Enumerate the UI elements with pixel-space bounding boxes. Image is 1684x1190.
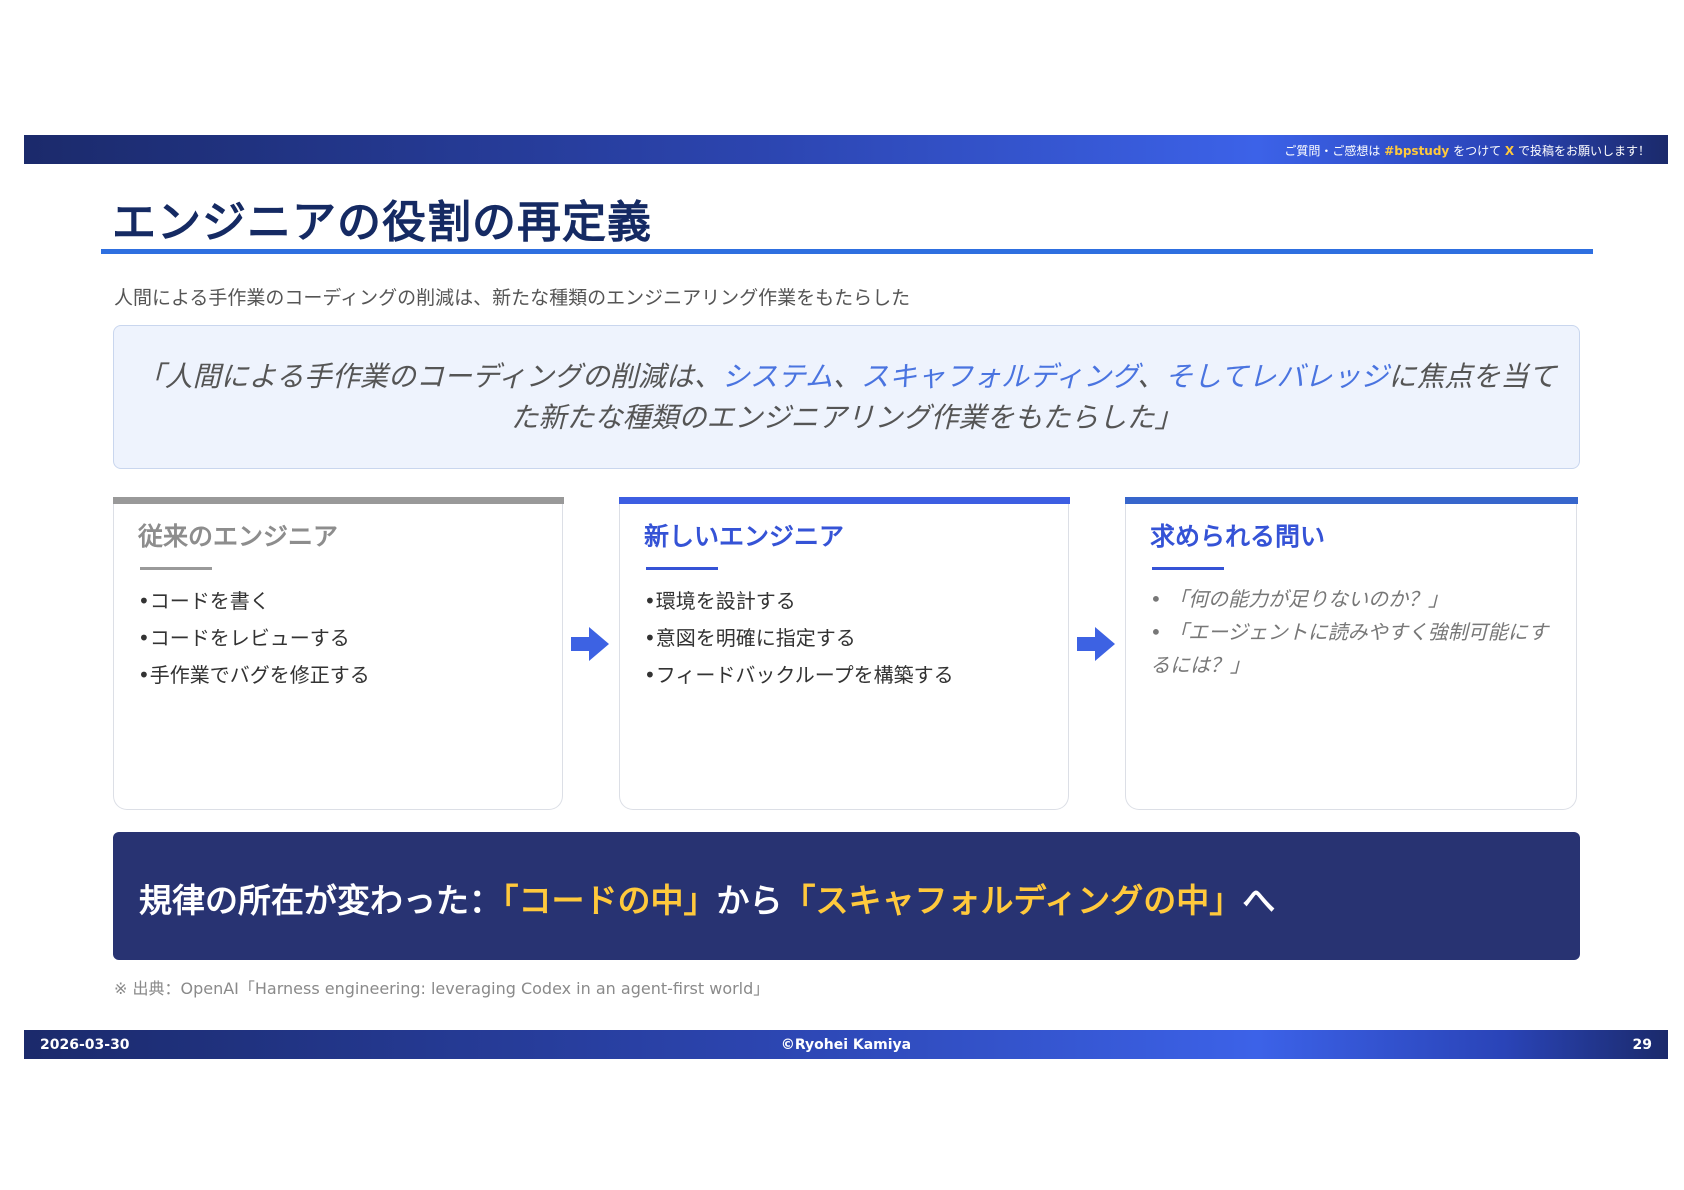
arrow-right-icon xyxy=(1077,627,1115,661)
arrow-right-icon xyxy=(571,627,609,661)
quote-separator: 、 xyxy=(1137,360,1166,393)
slide-subtitle: 人間による手作業のコーディングの削減は、新たな種類のエンジニアリング作業をもたら… xyxy=(114,287,911,309)
card-title: 新しいエンジニア xyxy=(644,522,845,551)
card-new-engineer: 新しいエンジニア •環境を設計する •意図を明確に指定する •フィードバックルー… xyxy=(618,497,1070,810)
card-title: 従来のエンジニア xyxy=(138,522,339,551)
quote-highlight-leverage: そしてレバレッジ xyxy=(1165,360,1389,393)
slide-title: エンジニアの役割の再定義 xyxy=(112,197,652,248)
banner-text: 規律の所在が変わった：「コードの中」から「スキャフォルディングの中」へ xyxy=(139,874,1275,922)
hashtag: #bpstudy xyxy=(1384,144,1450,158)
card-title-rule xyxy=(646,567,718,570)
list-item: • 「エージェントに読みやすく強制可能にするには？」 xyxy=(1150,620,1548,677)
quote-box: 「人間による手作業のコーディングの削減は、システム、スキャフォルディング、そして… xyxy=(113,325,1580,469)
card-list: •環境を設計する •意図を明確に指定する •フィードバックループを構築する xyxy=(644,583,1048,694)
list-item: •環境を設計する xyxy=(644,589,796,613)
banner-to: 「スキャフォルディングの中」 xyxy=(782,881,1243,920)
card-title-rule xyxy=(140,567,212,570)
page-number: 29 xyxy=(1632,1037,1652,1053)
top-bar: ご質問・ご感想は #bpstudy をつけて X で投稿をお願いします！ xyxy=(24,135,1668,164)
x-label: X xyxy=(1504,144,1515,158)
quote-separator: 、 xyxy=(833,360,862,393)
list-item: •コードをレビューする xyxy=(138,626,350,650)
card-list: •コードを書く •コードをレビューする •手作業でバグを修正する xyxy=(138,583,542,694)
footer-copyright: ©Ryohei Kamiya xyxy=(780,1037,912,1053)
list-item: •意図を明確に指定する xyxy=(644,626,856,650)
list-item: •フィードバックループを構築する xyxy=(644,663,954,687)
quote-highlight-scaffolding: スキャフォルディング xyxy=(861,360,1138,393)
card-list: • 「何の能力が足りないのか？」 • 「エージェントに読みやすく強制可能にするに… xyxy=(1150,583,1556,682)
header-note-suffix: で投稿をお願いします！ xyxy=(1514,144,1650,158)
list-item: •コードを書く xyxy=(138,589,270,613)
list-item: • 「何の能力が足りないのか？」 xyxy=(1150,587,1449,611)
card-top-bar xyxy=(1124,497,1578,504)
source-note: ※ 出典：OpenAI「Harness engineering: leverag… xyxy=(114,979,770,998)
header-note: ご質問・ご感想は #bpstudy をつけて X で投稿をお願いします！ xyxy=(1284,142,1650,159)
banner-prefix: 規律の所在が変わった： xyxy=(139,881,502,920)
banner-from: 「コードの中」 xyxy=(502,881,717,920)
footer-bar: 2026-03-30 ©Ryohei Kamiya 29 xyxy=(24,1030,1668,1059)
quote-text: 「人間による手作業のコーディングの削減は、システム、スキャフォルディング、そして… xyxy=(134,356,1559,438)
header-note-prefix: ご質問・ご感想は xyxy=(1284,144,1385,158)
card-title: 求められる問い xyxy=(1150,522,1326,551)
banner-suffix: へ xyxy=(1242,881,1276,920)
card-top-bar xyxy=(618,497,1070,504)
card-top-bar xyxy=(112,497,564,504)
banner-mid: から xyxy=(716,881,783,920)
quote-part-1: 「人間による手作業のコーディングの削減は、 xyxy=(136,360,722,393)
header-note-mid: をつけて xyxy=(1449,144,1505,158)
card-traditional-engineer: 従来のエンジニア •コードを書く •コードをレビューする •手作業でバグを修正す… xyxy=(112,497,564,810)
title-underline xyxy=(101,249,1593,254)
conclusion-banner: 規律の所在が変わった：「コードの中」から「スキャフォルディングの中」へ xyxy=(113,832,1580,960)
card-required-questions: 求められる問い • 「何の能力が足りないのか？」 • 「エージェントに読みやすく… xyxy=(1124,497,1578,810)
quote-highlight-system: システム xyxy=(721,360,834,393)
list-item: •手作業でバグを修正する xyxy=(138,663,370,687)
card-title-rule xyxy=(1152,567,1224,570)
